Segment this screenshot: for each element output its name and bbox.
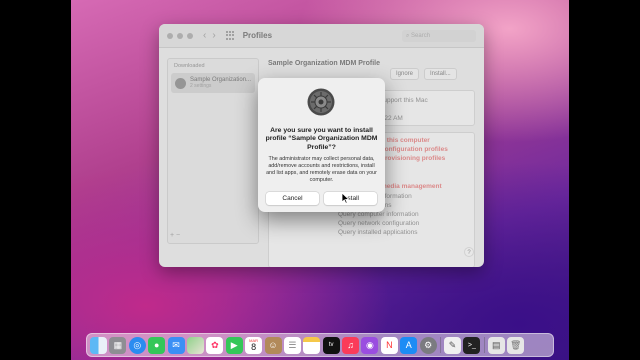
mail-icon[interactable]: ✉ (167, 336, 185, 354)
finder-icon[interactable] (90, 336, 107, 354)
safari-icon[interactable]: ◎ (128, 336, 146, 354)
profile-gear-icon (307, 88, 335, 116)
music-icon[interactable]: ♫ (342, 336, 360, 354)
mouse-pointer-icon (342, 193, 350, 204)
news-icon[interactable]: N (380, 336, 398, 354)
contacts-icon[interactable]: ☺ (264, 336, 282, 354)
textedit-icon[interactable]: ✎ (444, 336, 462, 354)
dialog-message: The administrator may collect personal d… (266, 156, 377, 184)
app-store-icon[interactable]: A (400, 336, 418, 354)
cancel-button[interactable]: Cancel (266, 192, 319, 205)
dialog-title: Are you sure you want to install profile… (265, 127, 378, 151)
reminders-icon[interactable]: ☰ (283, 336, 301, 354)
notes-icon[interactable] (303, 336, 321, 354)
install-button[interactable]: Install (324, 192, 377, 205)
photos-icon[interactable]: ✿ (206, 336, 224, 354)
system-preferences-icon[interactable]: ⚙ (419, 336, 437, 354)
install-confirmation-dialog: Are you sure you want to install profile… (258, 78, 385, 212)
terminal-icon[interactable]: >_ (463, 336, 481, 354)
launchpad-icon[interactable]: ▦ (109, 336, 127, 354)
preview-icon[interactable]: ▤ (487, 336, 505, 354)
dock: ▦ ◎ ● ✉ ✿ ▶ MAR 8 ☺ ☰ tv ♫ ◉ N A ⚙ ✎ >_ … (86, 333, 554, 357)
calendar-day: 8 (251, 341, 257, 352)
desktop: ‹ › Profiles ⌕ Search Downloaded Sample … (71, 0, 569, 360)
dock-separator (483, 337, 485, 353)
calendar-icon[interactable]: MAR 8 (245, 336, 263, 354)
messages-icon[interactable]: ● (148, 336, 166, 354)
podcasts-icon[interactable]: ◉ (361, 336, 379, 354)
dock-separator (440, 337, 442, 353)
maps-icon[interactable] (186, 336, 204, 354)
facetime-icon[interactable]: ▶ (225, 336, 243, 354)
tv-icon[interactable]: tv (322, 336, 340, 354)
trash-icon[interactable]: 🗑 (507, 336, 525, 354)
